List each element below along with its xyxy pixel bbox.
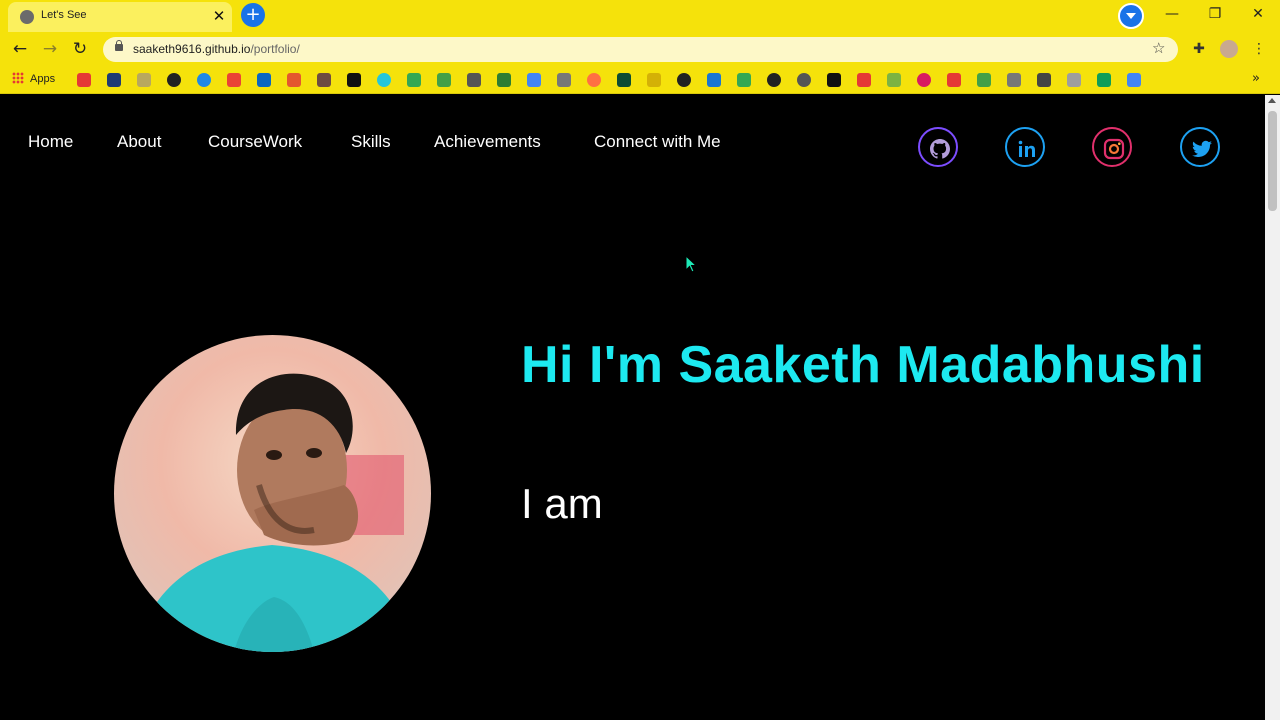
hero-title: Hi I'm Saaketh Madabhushi <box>521 336 1205 394</box>
person-portrait-icon <box>134 373 414 652</box>
minimize-button[interactable]: — <box>1158 4 1186 24</box>
tab-title: Let's See <box>41 9 87 21</box>
new-tab-button[interactable]: + <box>241 3 265 27</box>
bookmark-icon[interactable] <box>767 73 781 87</box>
lock-icon <box>115 40 123 51</box>
more-bookmarks-icon[interactable]: » <box>1252 71 1260 86</box>
bookmark-icon[interactable] <box>557 73 571 87</box>
forward-button[interactable]: → <box>38 38 62 60</box>
hero-typing-text: I am <box>521 480 603 527</box>
nav-connect[interactable]: Connect with Me <box>594 132 721 152</box>
nav-about[interactable]: About <box>117 132 161 152</box>
github-icon <box>930 139 950 159</box>
bookmark-star-icon[interactable]: ☆ <box>1152 39 1165 57</box>
twitter-icon <box>1192 140 1212 158</box>
bookmark-icon[interactable] <box>467 73 481 87</box>
url-text: saaketh9616.github.io/portfolio/ <box>133 42 300 56</box>
bookmark-icon[interactable] <box>287 73 301 87</box>
bookmark-icon[interactable] <box>317 73 331 87</box>
profile-photo <box>114 335 431 652</box>
bookmark-docs-icon[interactable] <box>527 73 541 87</box>
browser-toolbar: ← → ↻ saaketh9616.github.io/portfolio/ ☆… <box>0 32 1280 66</box>
close-window-button[interactable]: ✕ <box>1244 4 1272 24</box>
bookmark-drive-icon[interactable] <box>407 73 421 87</box>
address-bar[interactable]: saaketh9616.github.io/portfolio/ ☆ <box>103 37 1178 62</box>
twitter-link[interactable] <box>1180 127 1220 167</box>
browser-titlebar: Let's See ✕ + — ❐ ✕ <box>0 0 1280 32</box>
bookmark-icon[interactable] <box>617 73 631 87</box>
bookmark-icon[interactable] <box>137 73 151 87</box>
bookmark-icon[interactable] <box>1067 73 1081 87</box>
linkedin-link[interactable] <box>1005 127 1045 167</box>
instagram-icon <box>1103 138 1125 160</box>
bookmark-icon[interactable] <box>347 73 361 87</box>
bookmarks-bar: Apps » <box>0 66 1280 94</box>
portfolio-page: Home About CourseWork Skills Achievement… <box>0 95 1265 720</box>
bookmark-icon[interactable] <box>197 73 211 87</box>
kebab-menu-icon[interactable]: ⋮ <box>1250 40 1268 58</box>
bookmark-icon[interactable] <box>167 73 181 87</box>
profile-avatar-icon[interactable] <box>1220 40 1238 58</box>
bookmark-youtube-icon[interactable] <box>77 73 91 87</box>
bookmark-icon[interactable] <box>497 73 511 87</box>
apps-shortcut[interactable]: Apps <box>12 72 55 85</box>
nav-skills[interactable]: Skills <box>351 132 391 152</box>
bookmark-icon[interactable] <box>107 73 121 87</box>
back-button[interactable]: ← <box>8 38 32 60</box>
bookmark-icon[interactable] <box>917 73 931 87</box>
bookmark-icon[interactable] <box>947 73 961 87</box>
nav-coursework[interactable]: CourseWork <box>208 132 302 152</box>
close-tab-icon[interactable]: ✕ <box>210 7 228 25</box>
bookmark-linkedin-icon[interactable] <box>257 73 271 87</box>
bookmark-icon[interactable] <box>647 73 661 87</box>
bookmark-icon[interactable] <box>857 73 871 87</box>
bookmark-icon[interactable] <box>887 73 901 87</box>
restore-button[interactable]: ❐ <box>1201 4 1229 24</box>
mouse-cursor-icon <box>685 255 697 273</box>
bookmark-icon[interactable] <box>1127 73 1141 87</box>
nav-achievements[interactable]: Achievements <box>434 132 541 152</box>
bookmark-icon[interactable] <box>1007 73 1021 87</box>
bookmark-icon[interactable] <box>587 73 601 87</box>
linkedin-icon <box>1018 140 1035 157</box>
bookmark-icon[interactable] <box>827 73 841 87</box>
page-scrollbar[interactable] <box>1265 95 1280 720</box>
tab-favicon-icon <box>20 10 34 24</box>
bookmark-icon[interactable] <box>677 73 691 87</box>
bookmark-icon[interactable] <box>1097 73 1111 87</box>
scroll-up-arrow-icon[interactable] <box>1268 98 1276 103</box>
bookmark-icon[interactable] <box>1037 73 1051 87</box>
bookmark-icon[interactable] <box>437 73 451 87</box>
bookmark-drive-icon[interactable] <box>737 73 751 87</box>
scrollbar-thumb[interactable] <box>1268 111 1277 211</box>
instagram-link[interactable] <box>1092 127 1132 167</box>
bookmark-icon[interactable] <box>977 73 991 87</box>
reload-button[interactable]: ↻ <box>68 38 92 60</box>
chrome-menu-dropdown-icon[interactable] <box>1118 3 1144 29</box>
bookmark-icon[interactable] <box>797 73 811 87</box>
extensions-puzzle-icon[interactable]: ✚ <box>1190 40 1208 58</box>
bookmark-icon[interactable] <box>707 73 721 87</box>
browser-tab[interactable]: Let's See ✕ <box>8 2 232 32</box>
apps-grid-icon <box>12 72 24 84</box>
bookmark-gmail-icon[interactable] <box>227 73 241 87</box>
github-link[interactable] <box>918 127 958 167</box>
bookmark-icon[interactable] <box>377 73 391 87</box>
nav-home[interactable]: Home <box>28 132 73 152</box>
